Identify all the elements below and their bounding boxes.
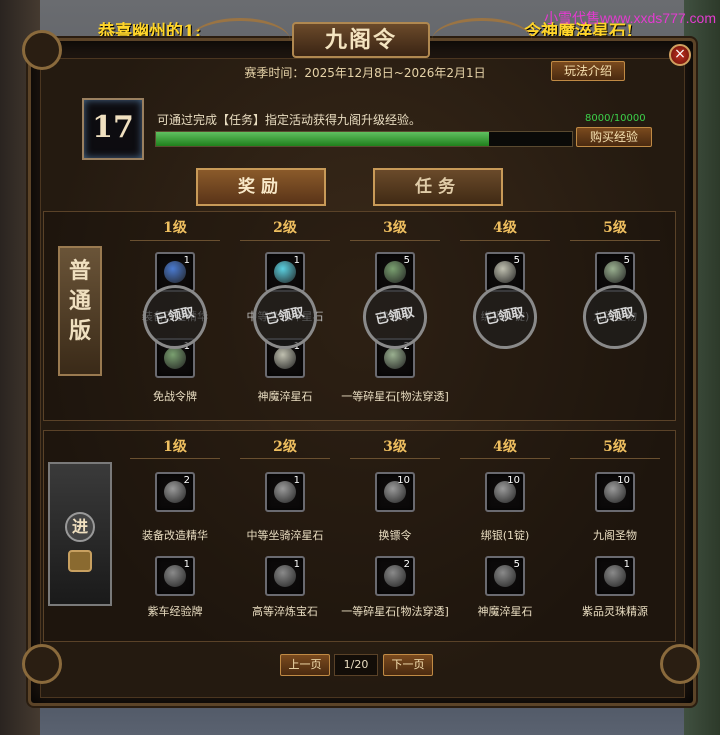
tab-tasks[interactable]: 任务 [373,168,503,206]
advanced-item-name: 一等碎星石[物法穿透] [341,605,449,618]
reward-slot[interactable]: 2 [155,472,195,512]
normal-level-label: 1级 [163,220,187,236]
divider [130,458,220,459]
normal-level-label: 3级 [383,220,407,236]
item-count: 1 [293,255,300,266]
advanced-level-label: 2级 [273,439,297,455]
item-count: 10 [507,475,520,486]
divider [130,240,220,241]
lock-icon [68,550,92,572]
normal-item-name: 免战令牌 [153,390,197,403]
tab-rewards[interactable]: 奖励 [196,168,326,206]
item-count: 1 [623,559,630,570]
reward-slot[interactable]: 1 [595,556,635,596]
reward-slot[interactable]: 10 [595,472,635,512]
reward-slot[interactable]: 5 [485,556,525,596]
divider [350,240,440,241]
item-count: 10 [397,475,410,486]
title-wing-right [432,18,532,62]
advanced-item-name: 紫品灵珠精源 [582,605,648,618]
guide-button[interactable]: 玩法介绍 [551,61,625,81]
normal-item-name: 神魔淬星石 [257,390,313,403]
corner-ornament [660,644,700,684]
advanced-item-name: 绑银(1锭) [480,529,530,542]
buy-exp-button[interactable]: 购买经验 [576,127,652,147]
item-count: 2 [403,559,410,570]
corner-ornament [22,644,62,684]
advanced-item-name: 高等淬炼宝石 [252,605,318,618]
title-wing-left [190,18,290,62]
advanced-item-name: 换镖令 [378,529,412,542]
item-count: 10 [617,475,630,486]
prev-page-button[interactable]: 上一页 [280,654,330,676]
item-count: 1 [183,255,190,266]
divider [240,458,330,459]
advanced-level-label: 3级 [383,439,407,455]
advanced-item-name: 装备改造精华 [142,529,208,542]
item-count: 5 [513,255,520,266]
corner-ornament [22,30,62,70]
page-indicator: 1/20 [334,654,378,676]
advanced-tag: 进 [48,462,112,606]
reward-slot[interactable]: 10 [485,472,525,512]
item-count: 5 [623,255,630,266]
advanced-item-name: 紫车经验牌 [147,605,203,618]
exp-hint: 可通过完成【任务】指定活动获得九阁升级经验。 [157,113,422,127]
item-count: 1 [183,559,190,570]
next-page-button[interactable]: 下一页 [383,654,433,676]
advanced-item-name: 九阁圣物 [593,529,637,542]
reward-slot[interactable]: 10 [375,472,415,512]
divider [460,240,550,241]
season-time: 赛季时间：2025年12月8日~2026年2月1日 [244,66,486,80]
item-count: 2 [183,475,190,486]
exp-bar [155,131,573,147]
normal-level-label: 2级 [273,220,297,236]
advanced-level-label: 1级 [163,439,187,455]
normal-item-name: 一等碎星石[物法穿透] [341,390,449,403]
exp-counter: 8000/10000 [585,113,646,124]
divider [350,458,440,459]
exp-bar-fill [156,132,489,146]
reward-slot[interactable]: 2 [375,556,415,596]
advanced-tag-text: 进 [65,512,95,542]
advanced-item-name: 中等坐骑淬星石 [246,529,324,542]
reward-slot[interactable]: 1 [155,556,195,596]
window-title: 九阁令 [292,22,430,58]
advanced-item-name: 神魔淬星石 [477,605,533,618]
item-count: 1 [293,559,300,570]
normal-tag: 普通版 [58,246,102,376]
reward-slot[interactable]: 1 [265,472,305,512]
advanced-level-label: 4级 [493,439,517,455]
divider [240,240,330,241]
divider [460,458,550,459]
watermark: 小雪代售www.xxds777.com [544,10,716,26]
divider [570,458,660,459]
level-badge: 17 [82,98,144,160]
item-count: 5 [403,255,410,266]
advanced-level-label: 5级 [603,439,627,455]
normal-level-label: 4级 [493,220,517,236]
normal-level-label: 5级 [603,220,627,236]
divider [570,240,660,241]
item-count: 5 [513,559,520,570]
close-button[interactable]: × [669,44,691,66]
item-count: 1 [293,475,300,486]
reward-slot[interactable]: 1 [265,556,305,596]
normal-tag-text: 普通版 [68,258,91,344]
